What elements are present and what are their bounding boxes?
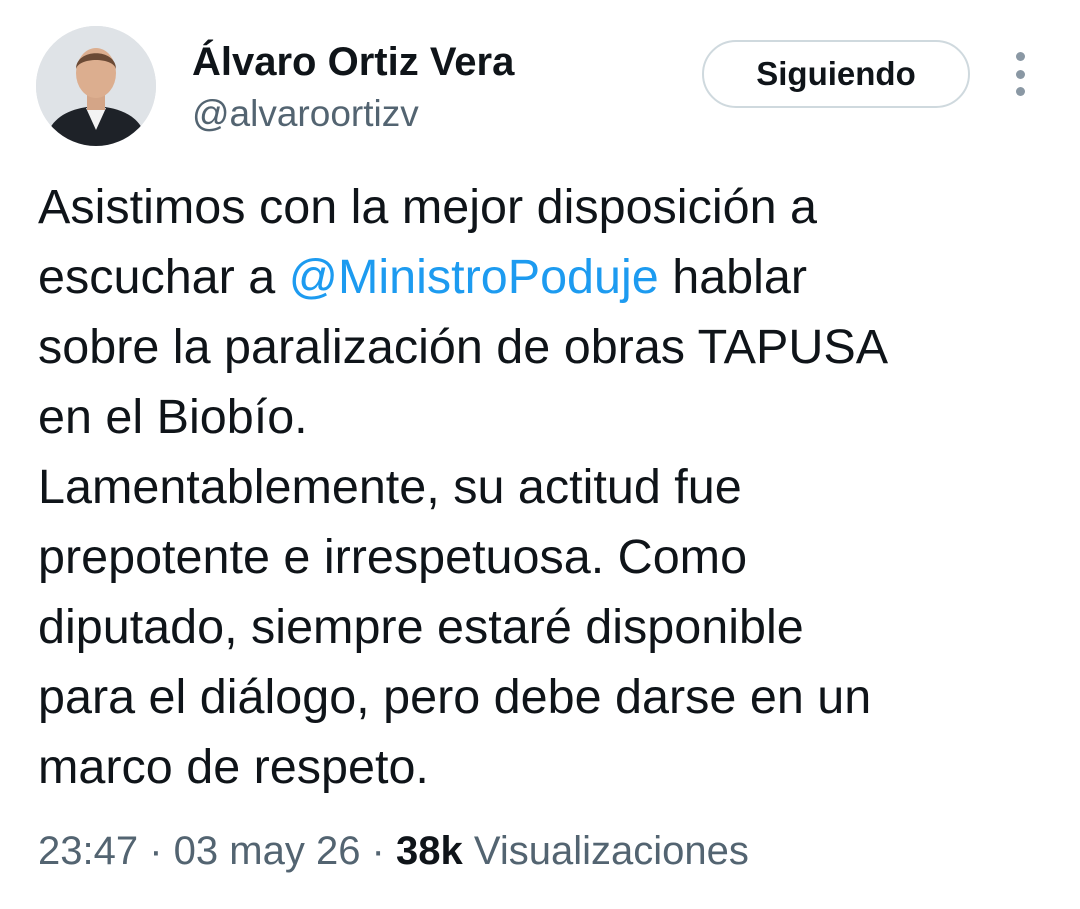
more-options-dot [1015, 52, 1025, 61]
tweet-card: Álvaro Ortiz Vera @alvaroortizv Siguiend… [0, 0, 1080, 909]
tweet-time[interactable]: 23:47 [38, 829, 138, 873]
mention-link[interactable]: @MinistroPoduje [289, 250, 659, 304]
more-options-dot [1015, 87, 1025, 96]
tweet-text-line: marco de respeto. [38, 740, 429, 794]
tweet-text-line: Asistimos con la mejor disposición a [38, 180, 818, 234]
tweet-text: Asistimos con la mejor disposición a esc… [38, 172, 1048, 802]
tweet-text-line: para el diálogo, pero debe darse en un [38, 670, 872, 724]
meta-separator: · [138, 829, 174, 873]
more-options-dot [1015, 69, 1025, 79]
tweet-text-line: Lamentablemente, su actitud fue [38, 460, 742, 514]
views-count[interactable]: 38k [396, 829, 463, 873]
views-label[interactable]: Visualizaciones [474, 829, 749, 873]
tweet-text-line: sobre la paralización de obras TAPUSA [38, 320, 889, 374]
more-options-icon[interactable] [1004, 52, 1036, 96]
author-display-name[interactable]: Álvaro Ortiz Vera [192, 38, 514, 86]
tweet-text-line: escuchar a @MinistroPoduje hablar [38, 250, 808, 304]
following-button[interactable]: Siguiendo [702, 40, 970, 108]
avatar[interactable] [36, 26, 156, 146]
tweet-text-line: diputado, siempre estaré disponible [38, 600, 804, 654]
meta-separator: · [360, 829, 396, 873]
tweet-text-line: prepotente e irrespetuosa. Como [38, 530, 748, 584]
tweet-date[interactable]: 03 may 26 [174, 829, 361, 873]
avatar-image [36, 26, 156, 146]
tweet-meta: 23:47 · 03 may 26 · 38k Visualizaciones [38, 824, 749, 878]
author-handle[interactable]: @alvaroortizv [192, 92, 419, 136]
tweet-text-line: en el Biobío. [38, 390, 308, 444]
